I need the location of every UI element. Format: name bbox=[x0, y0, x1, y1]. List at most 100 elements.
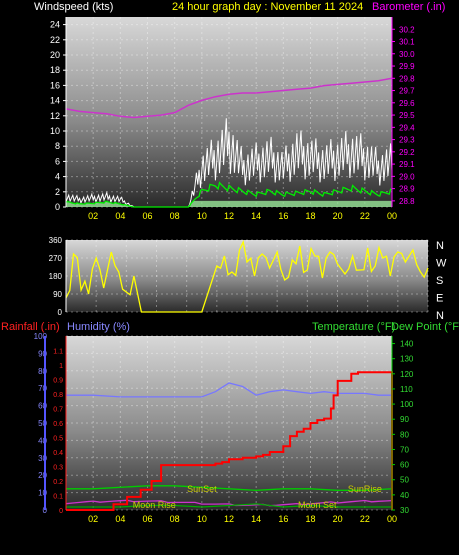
rain-x-tick-label: 12 bbox=[224, 514, 234, 524]
baro-y-tick-label: 29.5 bbox=[399, 111, 415, 120]
rain-tick-label: 0.7 bbox=[53, 407, 63, 414]
baro-y-tick-label: 29.9 bbox=[399, 62, 415, 71]
temp-tick-label: 30 bbox=[400, 506, 409, 515]
humidity-tick-label: 80 bbox=[38, 367, 47, 376]
wind-y-tick-label: 12 bbox=[50, 111, 60, 121]
temp-tick-label: 110 bbox=[400, 385, 413, 394]
dir-y-tick-label: 270 bbox=[49, 254, 63, 263]
rain-x-tick-label: 10 bbox=[197, 514, 207, 524]
wind-y-tick-label: 2 bbox=[55, 187, 60, 197]
temp-tick-label: 140 bbox=[400, 340, 414, 349]
rain-tick-label: 0.1 bbox=[53, 494, 63, 501]
wind-axis-title: Windspeed (kts) bbox=[34, 1, 113, 13]
humidity-tick-label: 60 bbox=[38, 402, 47, 411]
rain-tick-label: 0.9 bbox=[53, 378, 63, 385]
humidity-tick-label: 10 bbox=[38, 489, 47, 498]
rain-x-tick-label: 16 bbox=[278, 514, 288, 524]
humidity-tick-label: 70 bbox=[38, 384, 47, 393]
temp-tick-label: 70 bbox=[400, 445, 409, 454]
humidity-tick-label: 90 bbox=[38, 349, 47, 358]
humidity-tick-label: 50 bbox=[38, 419, 47, 428]
rain-tick-label: 0.4 bbox=[53, 450, 63, 457]
dir-y-tick-label: 360 bbox=[49, 236, 63, 245]
rainfall-axis-title: Rainfall (.in) bbox=[1, 321, 60, 333]
temp-tick-label: 130 bbox=[400, 355, 414, 364]
rain-x-tick-label: 20 bbox=[333, 514, 343, 524]
rain-tick-label: 1.1 bbox=[53, 349, 63, 356]
wind-x-tick-label: 06 bbox=[142, 211, 152, 221]
baro-y-tick-label: 28.8 bbox=[399, 197, 415, 206]
humidity-tick-label: 40 bbox=[38, 436, 47, 445]
wind-y-tick-label: 22 bbox=[50, 35, 60, 45]
dir-y-tick-label: 180 bbox=[49, 272, 63, 281]
temp-tick-label: 80 bbox=[400, 430, 409, 439]
humidity-tick-label: 20 bbox=[38, 471, 47, 480]
rain-x-tick-label: 08 bbox=[170, 514, 180, 524]
rain-tick-label: 1 bbox=[59, 363, 63, 370]
rain-x-tick-label: 06 bbox=[142, 514, 152, 524]
rain-x-tick-label: 22 bbox=[360, 514, 370, 524]
baro-y-tick-label: 29.6 bbox=[399, 99, 415, 108]
wind-y-tick-label: 16 bbox=[50, 80, 60, 90]
rain-tick-label: 0.6 bbox=[53, 421, 63, 428]
baro-y-tick-label: 28.9 bbox=[399, 185, 415, 194]
rain-x-tick-label: 04 bbox=[115, 514, 125, 524]
wind-x-tick-label: 20 bbox=[333, 211, 343, 221]
baro-y-tick-label: 30.0 bbox=[399, 50, 415, 59]
temp-tick-label: 60 bbox=[400, 461, 409, 470]
dir-compass-label: W bbox=[436, 258, 447, 270]
dir-y-tick-label: 0 bbox=[58, 308, 63, 317]
wind-y-tick-label: 8 bbox=[55, 141, 60, 151]
wind-x-tick-label: 12 bbox=[224, 211, 234, 221]
wind-x-tick-label: 16 bbox=[278, 211, 288, 221]
wind-y-tick-label: 20 bbox=[50, 50, 60, 60]
wind-x-tick-label: 22 bbox=[360, 211, 370, 221]
rain-tick-label: 0.3 bbox=[53, 465, 63, 472]
dewpoint-axis-title: Dew Point (°F) bbox=[391, 321, 459, 333]
wind-x-tick-label: 10 bbox=[197, 211, 207, 221]
temp-tick-label: 90 bbox=[400, 415, 409, 424]
temp-tick-label: 40 bbox=[400, 491, 409, 500]
baro-y-tick-label: 30.2 bbox=[399, 25, 415, 34]
dir-y-tick-label: 90 bbox=[53, 290, 62, 299]
wind-y-tick-label: 10 bbox=[50, 126, 60, 136]
temp-tick-label: 100 bbox=[400, 400, 414, 409]
wind-y-tick-label: 18 bbox=[50, 65, 60, 75]
baro-y-tick-label: 29.3 bbox=[399, 136, 415, 145]
wind-x-tick-label: 08 bbox=[170, 211, 180, 221]
wind-x-tick-label: 02 bbox=[88, 211, 98, 221]
rain-tick-label: 0.2 bbox=[53, 479, 63, 486]
wind-y-tick-label: 14 bbox=[50, 96, 60, 106]
wind-y-tick-label: 24 bbox=[50, 20, 60, 30]
baro-y-tick-label: 29.2 bbox=[399, 148, 415, 157]
wind-y-tick-label: 0 bbox=[55, 202, 60, 212]
rain-x-tick-label: 14 bbox=[251, 514, 261, 524]
baro-y-tick-label: 29.8 bbox=[399, 74, 415, 83]
dir-compass-label: N bbox=[436, 240, 444, 252]
rain-tick-label: 0 bbox=[59, 508, 63, 515]
baro-y-tick-label: 29.0 bbox=[399, 172, 415, 181]
wind-x-tick-label: 14 bbox=[251, 211, 261, 221]
wind-x-tick-label: 00 bbox=[387, 211, 397, 221]
temp-tick-label: 50 bbox=[400, 476, 409, 485]
event-annotation: Moon Set bbox=[298, 500, 337, 510]
wind-y-tick-label: 6 bbox=[55, 156, 60, 166]
humidity-tick-label: 30 bbox=[38, 454, 47, 463]
chart-title: 24 hour graph day : November 11 2024 bbox=[172, 1, 363, 13]
rain-x-tick-label: 18 bbox=[305, 514, 315, 524]
humidity-axis-title: Humidity (%) bbox=[67, 321, 130, 333]
wind-x-tick-label: 18 bbox=[305, 211, 315, 221]
dir-compass-label: E bbox=[436, 293, 443, 305]
rain-tick-label: 0.8 bbox=[53, 392, 63, 399]
baro-y-tick-label: 29.1 bbox=[399, 160, 415, 169]
event-annotation: Moon Rise bbox=[133, 500, 176, 510]
baro-y-tick-label: 29.7 bbox=[399, 87, 415, 96]
rain-x-tick-label: 00 bbox=[387, 514, 397, 524]
wind-x-tick-label: 04 bbox=[115, 211, 125, 221]
baro-y-tick-label: 29.4 bbox=[399, 123, 415, 132]
temp-tick-label: 120 bbox=[400, 370, 414, 379]
dir-compass-label: S bbox=[436, 275, 443, 287]
rain-x-tick-label: 02 bbox=[88, 514, 98, 524]
event-annotation: SunRise bbox=[348, 484, 382, 494]
wind-y-tick-label: 4 bbox=[55, 172, 60, 182]
